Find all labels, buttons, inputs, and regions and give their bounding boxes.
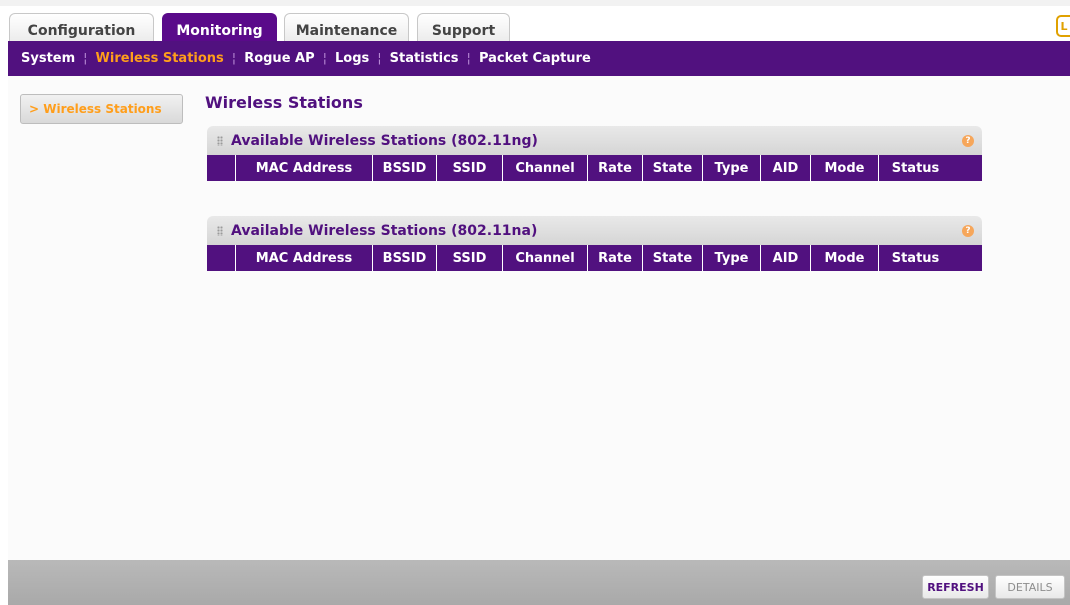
help-icon[interactable]: ? bbox=[962, 135, 974, 147]
divider: ¦ bbox=[231, 51, 237, 66]
subnav-statistics[interactable]: Statistics bbox=[390, 51, 459, 66]
column-header-aid[interactable]: AID bbox=[761, 245, 811, 271]
column-header-status[interactable]: Status bbox=[879, 155, 952, 181]
help-icon[interactable]: ? bbox=[962, 225, 974, 237]
panel-title: Available Wireless Stations (802.11ng) bbox=[231, 132, 538, 149]
leftnav-wireless-stations[interactable]: > Wireless Stations bbox=[20, 94, 183, 124]
column-header-rate[interactable]: Rate bbox=[588, 245, 643, 271]
app-window: Configuration Monitoring Maintenance Sup… bbox=[0, 0, 1070, 605]
table-header: MAC Address BSSID SSID Channel Rate Stat… bbox=[207, 245, 982, 271]
column-header-ssid[interactable]: SSID bbox=[437, 245, 503, 271]
column-header-ssid[interactable]: SSID bbox=[437, 155, 503, 181]
logout-button[interactable]: L bbox=[1056, 15, 1070, 37]
top-tab-bar: Configuration Monitoring Maintenance Sup… bbox=[0, 0, 1070, 47]
column-header-mode[interactable]: Mode bbox=[811, 245, 879, 271]
divider: ¦ bbox=[466, 51, 471, 66]
refresh-button[interactable]: REFRESH bbox=[922, 575, 989, 599]
column-header-state[interactable]: State bbox=[643, 245, 703, 271]
panel-802-11na: Available Wireless Stations (802.11na) ?… bbox=[207, 216, 982, 271]
column-header-state[interactable]: State bbox=[643, 155, 703, 181]
page-title: Wireless Stations bbox=[205, 93, 363, 112]
table-header: MAC Address BSSID SSID Channel Rate Stat… bbox=[207, 155, 982, 181]
column-header-rate[interactable]: Rate bbox=[588, 155, 643, 181]
details-button[interactable]: DETAILS bbox=[995, 575, 1065, 599]
column-header-select bbox=[208, 155, 236, 181]
panel-title: Available Wireless Stations (802.11na) bbox=[231, 222, 538, 239]
subnav-wireless-stations[interactable]: Wireless Stations bbox=[96, 51, 224, 66]
column-header-mac-address[interactable]: MAC Address bbox=[236, 155, 373, 181]
footer-bar: REFRESH DETAILS bbox=[8, 560, 1070, 605]
subnav-rogue-ap[interactable]: Rogue AP bbox=[244, 51, 314, 66]
divider: ¦ bbox=[322, 51, 328, 66]
column-header-bssid[interactable]: BSSID bbox=[373, 245, 437, 271]
column-header-mode[interactable]: Mode bbox=[811, 155, 879, 181]
panel-header: Available Wireless Stations (802.11na) ? bbox=[207, 216, 982, 245]
column-header-aid[interactable]: AID bbox=[761, 155, 811, 181]
panel-802-11ng: Available Wireless Stations (802.11ng) ?… bbox=[207, 126, 982, 181]
subnav-logs[interactable]: Logs bbox=[335, 51, 369, 66]
column-header-status[interactable]: Status bbox=[879, 245, 952, 271]
subnav-packet-capture[interactable]: Packet Capture bbox=[479, 51, 591, 66]
divider: ¦ bbox=[377, 51, 382, 66]
column-header-mac-address[interactable]: MAC Address bbox=[236, 245, 373, 271]
column-header-bssid[interactable]: BSSID bbox=[373, 155, 437, 181]
grip-icon bbox=[217, 225, 223, 236]
grip-icon bbox=[217, 135, 223, 146]
sub-navigation: System ¦ Wireless Stations ¦ Rogue AP ¦ … bbox=[8, 41, 1070, 76]
column-header-type[interactable]: Type bbox=[703, 245, 761, 271]
column-header-channel[interactable]: Channel bbox=[503, 155, 588, 181]
column-header-channel[interactable]: Channel bbox=[503, 245, 588, 271]
column-header-type[interactable]: Type bbox=[703, 155, 761, 181]
main-content: > Wireless Stations Wireless Stations Av… bbox=[8, 76, 1070, 560]
panel-header: Available Wireless Stations (802.11ng) ? bbox=[207, 126, 982, 155]
divider: ¦ bbox=[83, 51, 88, 66]
column-header-select bbox=[208, 245, 236, 271]
subnav-system[interactable]: System bbox=[21, 51, 75, 66]
